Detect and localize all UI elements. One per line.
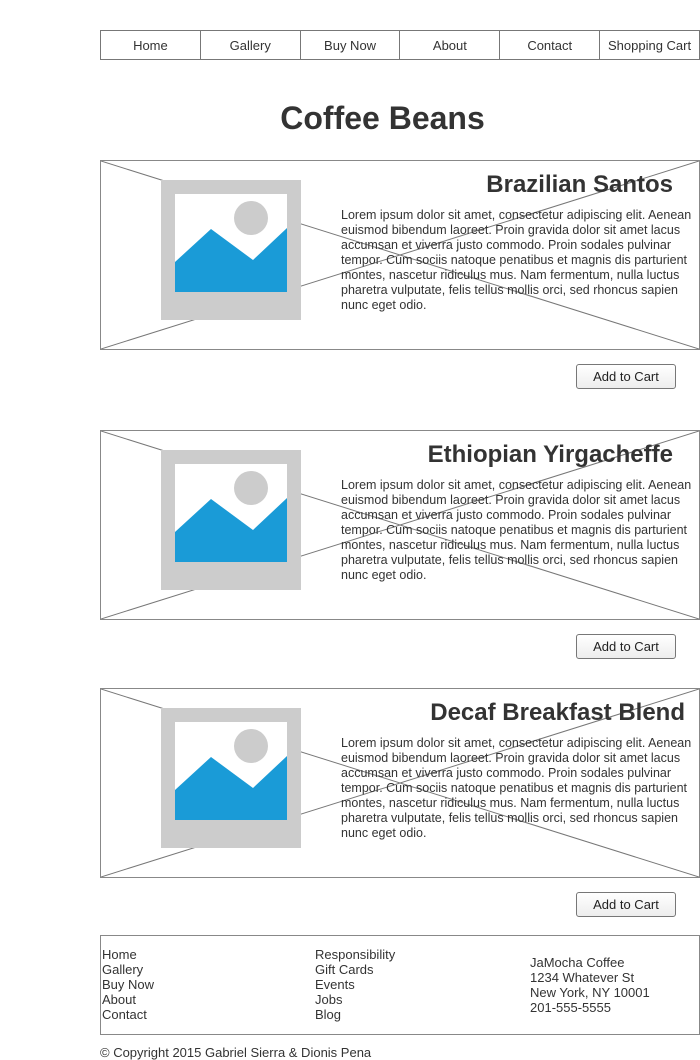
add-to-cart-button[interactable]: Add to Cart	[576, 892, 676, 917]
footer-link-jobs[interactable]: Jobs	[315, 992, 395, 1007]
nav-gallery[interactable]: Gallery	[199, 30, 301, 60]
top-nav: Home Gallery Buy Now About Contact Shopp…	[100, 30, 700, 60]
product-description: Lorem ipsum dolor sit amet, consectetur …	[341, 736, 692, 840]
nav-about[interactable]: About	[399, 30, 501, 60]
footer-link-gift-cards[interactable]: Gift Cards	[315, 962, 395, 977]
footer-link-blog[interactable]: Blog	[315, 1007, 395, 1022]
footer-link-contact[interactable]: Contact	[102, 1007, 154, 1022]
footer-link-gallery[interactable]: Gallery	[102, 962, 154, 977]
image-icon	[175, 722, 287, 820]
footer-link-buy-now[interactable]: Buy Now	[102, 977, 154, 992]
product-description: Lorem ipsum dolor sit amet, consectetur …	[341, 208, 692, 312]
image-icon	[175, 194, 287, 292]
footer-address: JaMocha Coffee 1234 Whatever St New York…	[530, 955, 650, 1015]
copyright: © Copyright 2015 Gabriel Sierra & Dionis…	[100, 1045, 372, 1060]
footer-link-about[interactable]: About	[102, 992, 154, 1007]
city-state-zip: New York, NY 10001	[530, 985, 650, 1000]
page-title: Coffee Beans	[280, 100, 485, 136]
add-to-cart-button[interactable]: Add to Cart	[576, 634, 676, 659]
street-address: 1234 Whatever St	[530, 970, 635, 985]
product-image-placeholder	[161, 450, 301, 590]
product-image-placeholder	[161, 180, 301, 320]
product-name: Decaf Breakfast Blend	[430, 699, 685, 726]
footer-link-home[interactable]: Home	[102, 947, 154, 962]
phone-number: 201-555-5555	[530, 1000, 611, 1015]
product-name: Brazilian Santos	[486, 171, 673, 198]
image-icon	[175, 464, 287, 562]
add-to-cart-button[interactable]: Add to Cart	[576, 364, 676, 389]
footer-link-events[interactable]: Events	[315, 977, 395, 992]
footer: Home Gallery Buy Now About Contact Respo…	[100, 935, 700, 1035]
product-card: Brazilian Santos Lorem ipsum dolor sit a…	[100, 160, 700, 350]
product-card: Ethiopian Yirgacheffe Lorem ipsum dolor …	[100, 430, 700, 620]
company-name: JaMocha Coffee	[530, 955, 625, 970]
footer-nav-links: Home Gallery Buy Now About Contact	[102, 947, 154, 1022]
nav-contact[interactable]: Contact	[499, 30, 601, 60]
nav-shopping-cart[interactable]: Shopping Cart	[599, 30, 700, 60]
footer-info-links: Responsibility Gift Cards Events Jobs Bl…	[315, 947, 395, 1022]
footer-link-responsibility[interactable]: Responsibility	[315, 947, 395, 962]
nav-buy-now[interactable]: Buy Now	[299, 30, 401, 60]
product-name: Ethiopian Yirgacheffe	[427, 441, 673, 468]
product-description: Lorem ipsum dolor sit amet, consectetur …	[341, 478, 692, 582]
product-card: Decaf Breakfast Blend Lorem ipsum dolor …	[100, 688, 700, 878]
nav-home[interactable]: Home	[100, 30, 201, 60]
product-image-placeholder	[161, 708, 301, 848]
